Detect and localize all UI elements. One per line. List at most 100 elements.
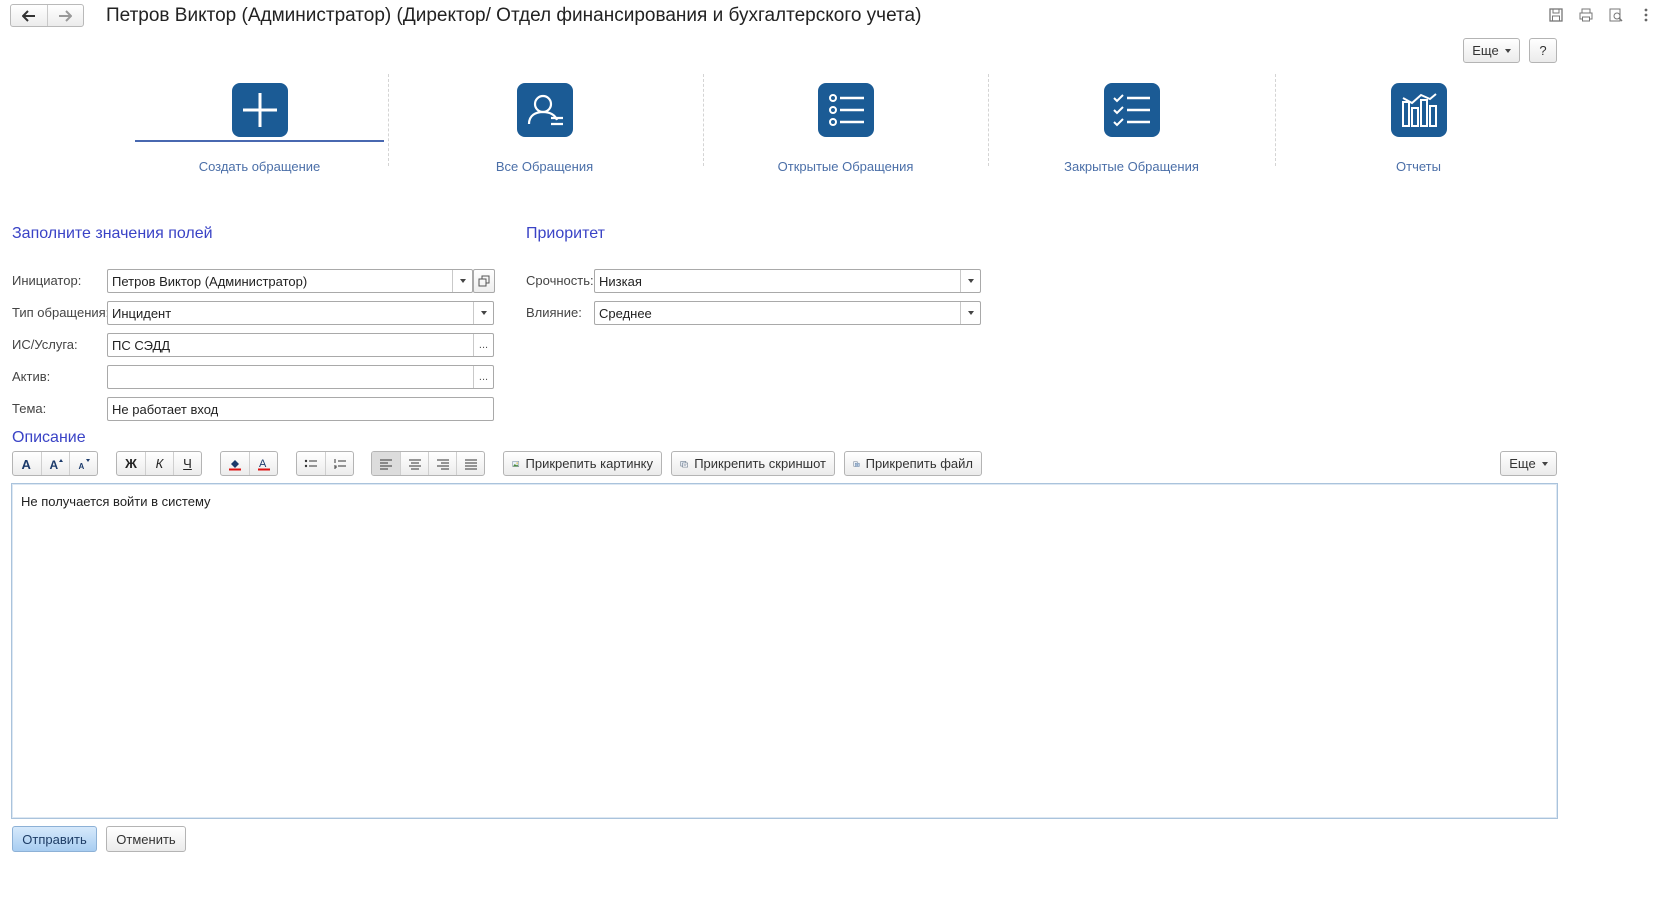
ellipsis-icon: ... — [478, 339, 489, 351]
user-icon — [516, 83, 573, 137]
font-increase-icon: A — [49, 458, 63, 471]
bullet-list-icon — [304, 459, 317, 467]
navigation-buttons — [10, 4, 84, 27]
initiator-label: Инициатор: — [12, 273, 82, 288]
text-color-button[interactable]: A — [249, 452, 277, 475]
tile-all-requests[interactable]: Все Обращения — [420, 74, 669, 174]
decrease-font-button[interactable]: A — [69, 452, 97, 475]
service-field[interactable]: ПС СЭДД ... — [107, 333, 494, 357]
request-type-label: Тип обращения: — [12, 305, 110, 320]
tile-reports[interactable]: Отчеты — [1294, 74, 1543, 174]
svg-text:A: A — [22, 457, 32, 471]
printer-icon — [1579, 8, 1593, 22]
preview-button[interactable] — [1606, 5, 1626, 25]
subject-label: Тема: — [12, 401, 47, 416]
italic-button[interactable]: К — [145, 452, 173, 475]
attach-screenshot-button[interactable]: Прикрепить скриншот — [671, 451, 835, 476]
kebab-menu-icon — [1644, 8, 1648, 22]
align-left-button[interactable] — [372, 452, 400, 475]
window-tools — [1546, 5, 1656, 25]
divider — [1275, 74, 1276, 166]
description-editor[interactable]: Не получается войти в систему — [11, 483, 1558, 819]
attach-picture-button[interactable]: Прикрепить картинку — [503, 451, 662, 476]
chevron-down-icon — [459, 279, 466, 283]
initiator-field[interactable]: Петров Виктор (Администратор) — [107, 269, 473, 293]
font-style-group: Ж К Ч — [116, 451, 202, 476]
dropdown-button[interactable] — [473, 302, 493, 324]
dropdown-button[interactable] — [960, 302, 980, 324]
align-right-button[interactable] — [428, 452, 456, 475]
background-color-button[interactable] — [221, 452, 249, 475]
tile-create-request[interactable]: Создать обращение — [135, 74, 384, 174]
font-decrease-icon: A — [78, 458, 90, 471]
attach-picture-label: Прикрепить картинку — [525, 456, 654, 471]
impact-value: Среднее — [599, 305, 652, 321]
text-color-icon: A — [257, 458, 270, 470]
cancel-button[interactable]: Отменить — [106, 826, 186, 852]
dropdown-button[interactable] — [960, 270, 980, 292]
justify-button[interactable] — [456, 452, 484, 475]
subject-field[interactable]: Не работает вход — [107, 397, 494, 421]
underline-icon: Ч — [183, 456, 192, 471]
divider — [388, 74, 389, 166]
chevron-down-icon — [480, 311, 487, 315]
more-button[interactable]: Еще — [1463, 38, 1520, 63]
form-heading: Заполните значения полей — [12, 225, 213, 242]
list-group — [296, 451, 354, 476]
urgency-field[interactable]: Низкая — [594, 269, 981, 293]
svg-text:A: A — [49, 458, 58, 471]
tile-label: Создать обращение — [198, 159, 321, 174]
save-button[interactable] — [1546, 5, 1566, 25]
help-button[interactable]: ? — [1529, 38, 1557, 63]
font-button[interactable]: A — [13, 452, 41, 475]
ellipsis-icon: ... — [478, 371, 489, 383]
chevron-down-icon — [1541, 461, 1548, 466]
menu-button[interactable] — [1636, 5, 1656, 25]
asset-field[interactable]: ... — [107, 365, 494, 389]
file-attach-icon — [853, 461, 860, 467]
align-group — [371, 451, 485, 476]
bold-button[interactable]: Ж — [117, 452, 145, 475]
help-button-label: ? — [1539, 43, 1547, 58]
attach-file-button[interactable]: Прикрепить файл — [844, 451, 982, 476]
bold-icon: Ж — [125, 456, 137, 471]
screenshot-icon — [680, 460, 688, 467]
editor-more-button[interactable]: Еще — [1500, 451, 1557, 476]
select-button[interactable]: ... — [473, 366, 493, 388]
increase-font-button[interactable]: A — [41, 452, 69, 475]
chevron-down-icon — [1504, 48, 1511, 53]
tile-label: Открытые Обращения — [777, 159, 914, 174]
italic-icon: К — [155, 456, 164, 471]
svg-text:A: A — [259, 458, 267, 470]
open-window-icon — [478, 275, 490, 287]
back-button[interactable] — [11, 5, 47, 26]
tile-closed-requests[interactable]: Закрытые Обращения — [1007, 74, 1256, 174]
font-size-group: A A A — [12, 451, 98, 476]
editor-more-label: Еще — [1509, 456, 1536, 471]
urgency-value: Низкая — [599, 273, 642, 289]
tile-label: Все Обращения — [495, 159, 594, 174]
submit-label: Отправить — [22, 831, 87, 847]
impact-field[interactable]: Среднее — [594, 301, 981, 325]
forward-button[interactable] — [46, 5, 84, 26]
underline-button[interactable]: Ч — [173, 452, 201, 475]
select-button[interactable]: ... — [473, 334, 493, 356]
service-value: ПС СЭДД — [112, 337, 171, 353]
numbered-list-button[interactable] — [325, 452, 353, 475]
submit-button[interactable]: Отправить — [12, 826, 97, 852]
svg-text:A: A — [78, 462, 84, 471]
open-initiator-button[interactable] — [473, 269, 495, 293]
asset-label: Актив: — [12, 369, 51, 384]
arrow-left-icon — [21, 9, 35, 22]
priority-heading: Приоритет — [526, 225, 605, 242]
checklist-icon — [1103, 83, 1160, 137]
print-button[interactable] — [1576, 5, 1596, 25]
dropdown-button[interactable] — [452, 270, 472, 292]
divider — [988, 74, 989, 166]
bullet-list-button[interactable] — [297, 452, 325, 475]
request-type-field[interactable]: Инцидент — [107, 301, 494, 325]
magnifier-icon — [1609, 8, 1623, 22]
align-center-button[interactable] — [400, 452, 428, 475]
active-tile-underline — [135, 140, 384, 142]
tile-open-requests[interactable]: Открытые Обращения — [721, 74, 970, 174]
